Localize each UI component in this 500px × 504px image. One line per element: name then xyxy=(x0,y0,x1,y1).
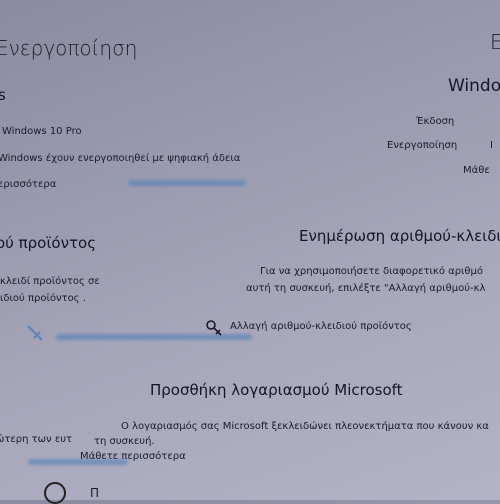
microsoft-account-text-1: Ο λογαριασμός σας Microsoft ξεκλειδώνει … xyxy=(121,421,489,432)
learn-more-link[interactable]: ερισσότερα xyxy=(0,179,56,190)
windows-heading: Windo xyxy=(448,76,500,96)
section-label: s xyxy=(0,86,6,104)
activation-value: Ι xyxy=(490,140,493,151)
microsoft-learn-more-link[interactable]: Μάθετε περισσότερα xyxy=(80,451,186,462)
bottom-button-label[interactable]: Π xyxy=(90,486,99,500)
update-key-text-2: αυτή τη συσκευή, επιλέξτε "Αλλαγή αριθμο… xyxy=(246,283,486,294)
update-key-heading: Ενημέρωση αριθμού-κλειδι xyxy=(299,227,500,245)
update-key-text-1: Για να χρησιμοποιήσετε διαφορετικό αριθμ… xyxy=(260,266,484,277)
activation-status-text: Windows έχουν ενεργοποιηθεί με ψηφιακή ά… xyxy=(0,153,241,164)
microsoft-account-heading: Προσθήκη λογαριασμού Microsoft xyxy=(150,381,403,399)
key-change-icon xyxy=(206,320,222,336)
key-icon xyxy=(27,325,43,341)
page-title-right-fragment: Ε xyxy=(490,30,500,54)
product-key-text-2: ιδιού προϊόντος . xyxy=(0,293,86,304)
change-key-link[interactable]: Αλλαγή αριθμού-κλειδιού προϊόντος xyxy=(230,321,412,332)
right-learn-more[interactable]: Μάθε xyxy=(463,165,490,176)
edition-label: Έκδοση xyxy=(416,116,455,127)
microsoft-account-text-2: τη συσκευή. xyxy=(94,436,155,447)
add-account-icon[interactable] xyxy=(44,482,66,504)
page-title: Ενεργοποίηση xyxy=(0,36,138,60)
product-key-heading: ού προϊόντος xyxy=(0,234,96,252)
blurred-link[interactable] xyxy=(128,180,246,186)
edition-value: Windows 10 Pro xyxy=(2,126,82,137)
product-key-text-1: κλειδί προϊόντος σε xyxy=(0,276,100,287)
activation-label: Ενεργοποίηση xyxy=(387,140,458,151)
bottom-left-text: ώτερη των ευτ xyxy=(0,434,73,445)
